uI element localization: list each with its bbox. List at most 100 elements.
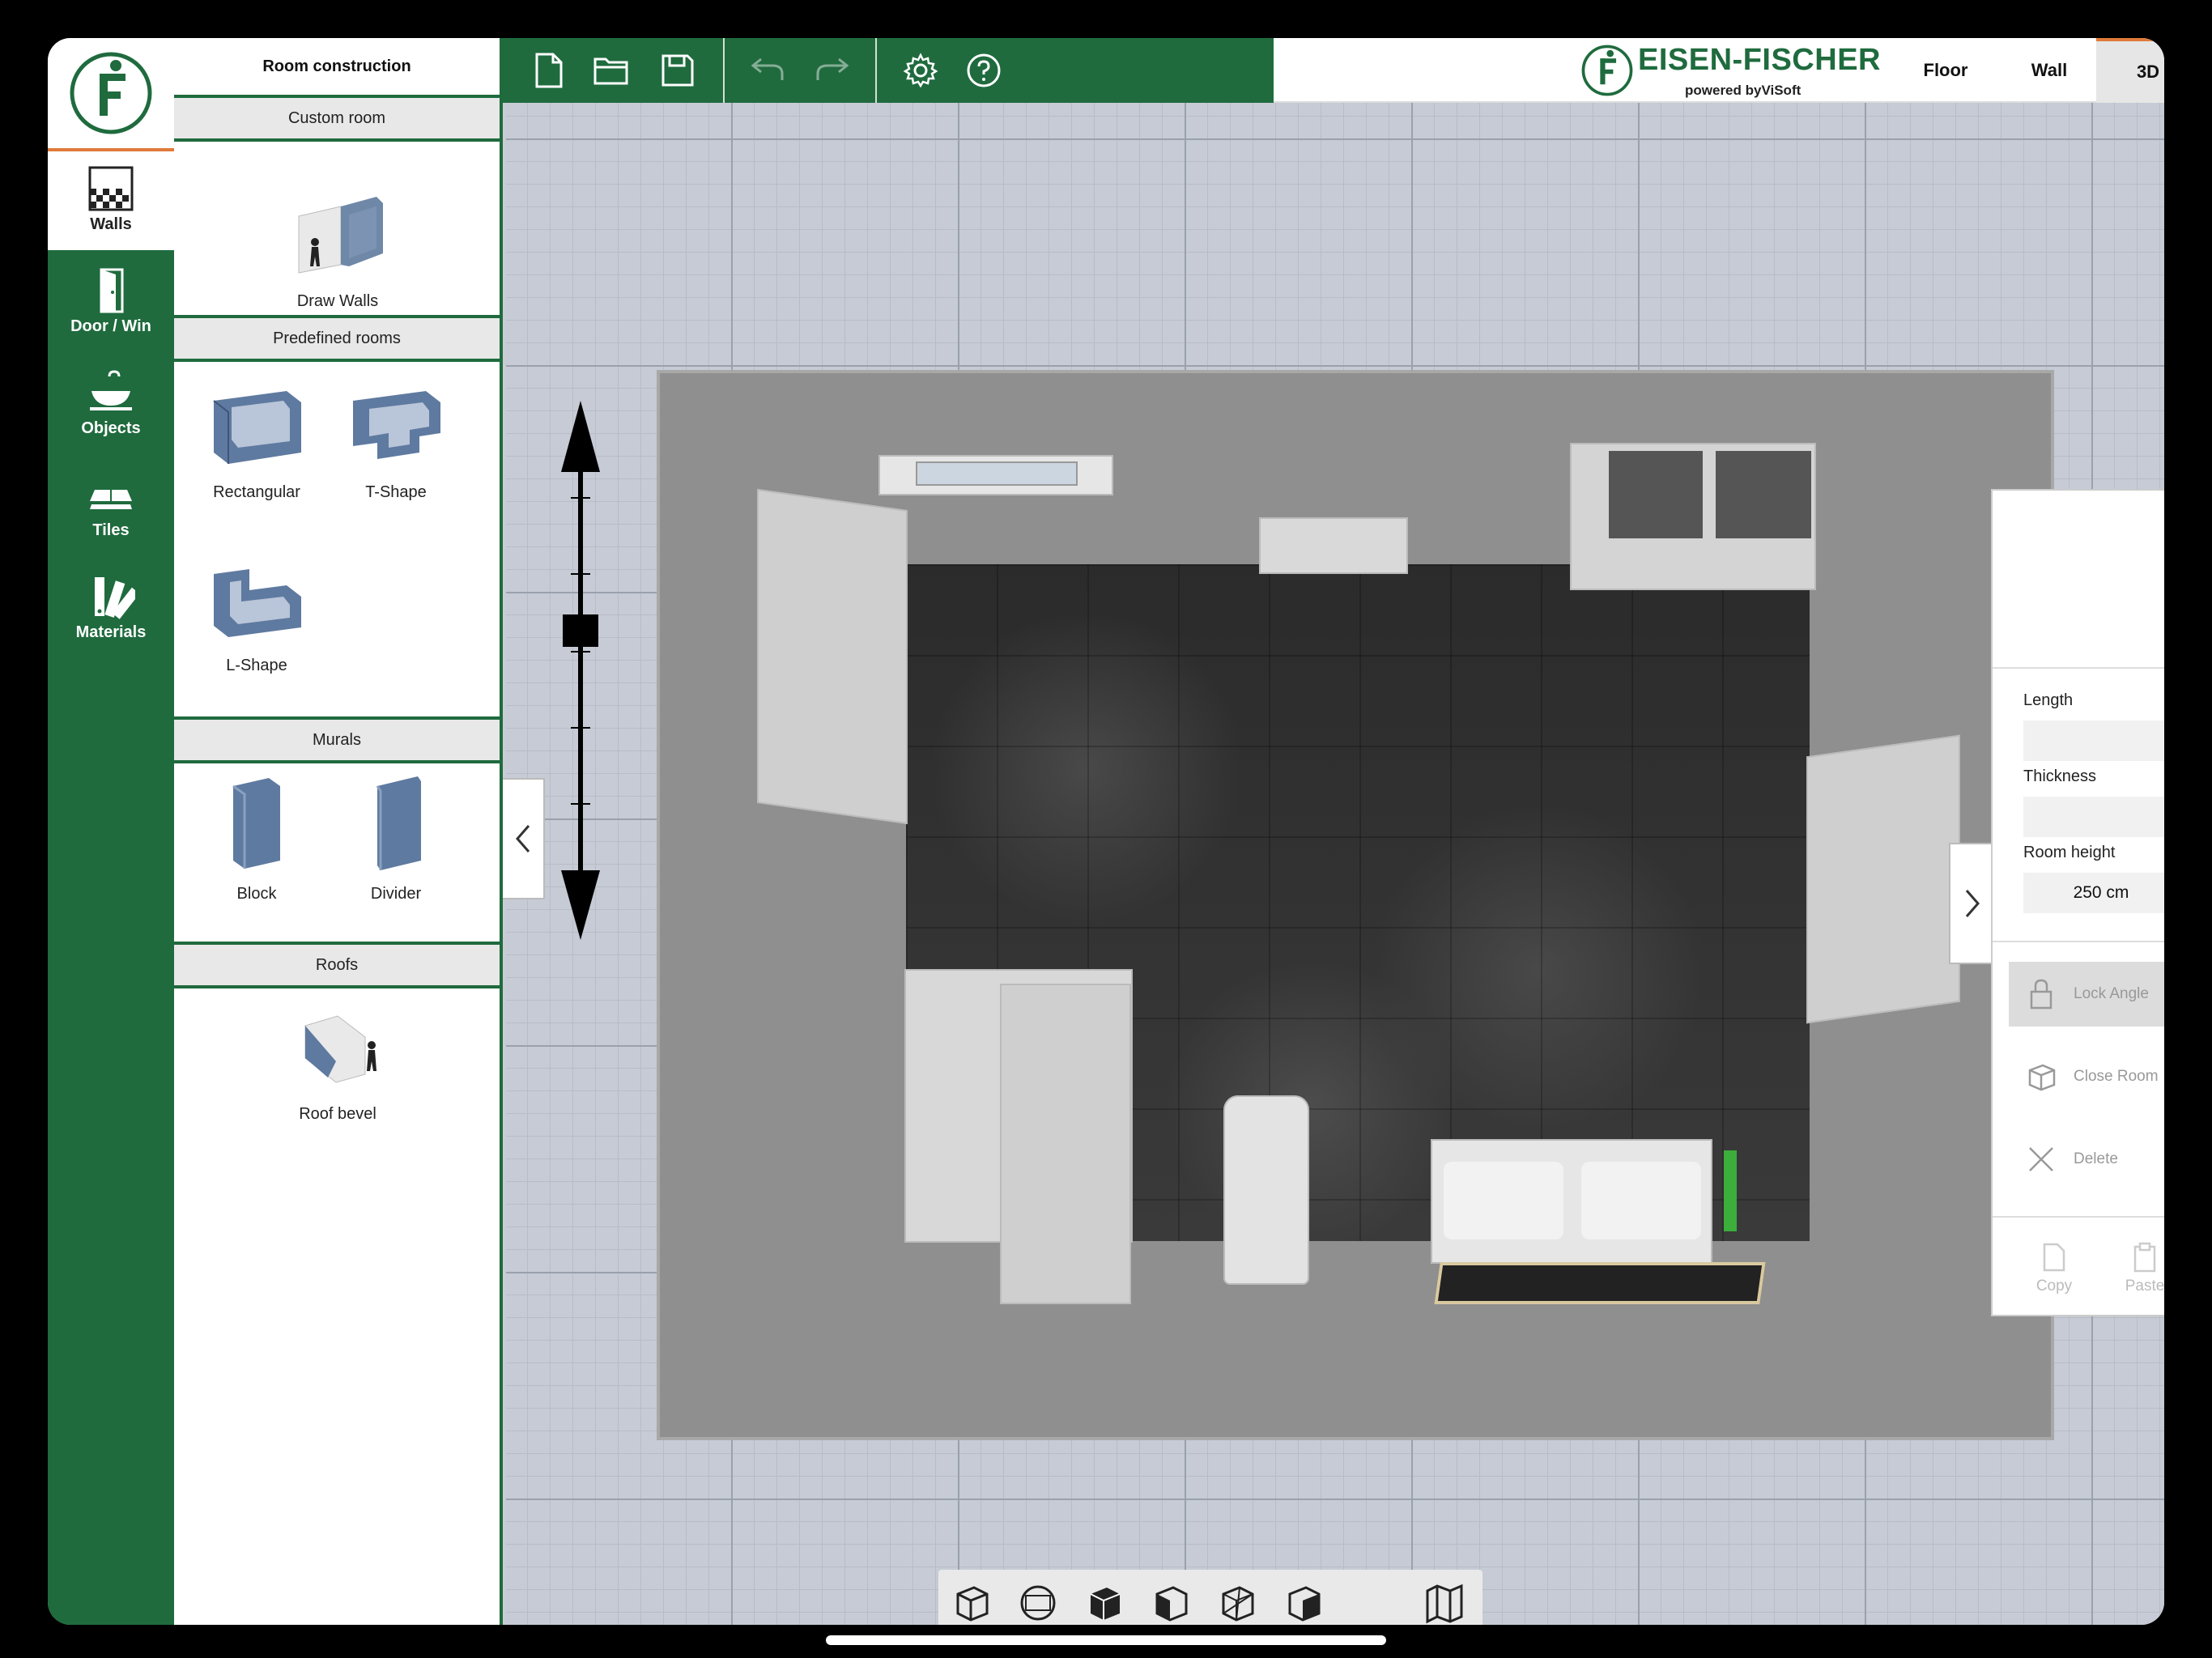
cube-outline-icon[interactable] — [950, 1581, 993, 1625]
delete-label: Delete — [2074, 1150, 2118, 1167]
brand-logo-icon — [1581, 45, 1633, 96]
delete-button[interactable]: Delete — [2009, 1127, 2164, 1192]
close-room-icon — [2028, 1064, 2056, 1091]
block-icon — [232, 778, 280, 869]
tab-wall[interactable]: Wall — [1997, 38, 2101, 103]
save-icon — [661, 54, 694, 87]
skylight-window[interactable] — [878, 455, 1113, 495]
tile-block[interactable]: Block — [187, 772, 326, 903]
bath-mat[interactable] — [1434, 1262, 1766, 1304]
tile-t-shape[interactable]: T-Shape — [326, 383, 466, 502]
copy-button[interactable]: Copy — [2022, 1242, 2087, 1295]
mirror-cabinet-right[interactable] — [1806, 734, 1960, 1024]
panel-title: Room construction — [262, 57, 411, 75]
tile-label: T-Shape — [365, 483, 427, 501]
help-button[interactable] — [963, 49, 1005, 91]
tile-draw-walls[interactable]: Draw Walls — [268, 192, 407, 311]
nav-item-objects[interactable]: Objects — [48, 352, 174, 454]
open-folder-button[interactable] — [590, 49, 632, 91]
cube-wire-icon[interactable] — [1215, 1581, 1259, 1625]
redo-icon — [816, 57, 849, 80]
new-file-icon — [535, 53, 563, 88]
room-height-label: Room height — [2023, 844, 2116, 861]
chevron-left-icon — [516, 825, 530, 852]
gear-icon — [903, 53, 938, 88]
partition-wall[interactable] — [1000, 984, 1131, 1304]
rectangular-room-icon — [213, 391, 301, 464]
materials-icon — [95, 577, 135, 619]
undo-button[interactable] — [746, 49, 788, 91]
nav-item-materials[interactable]: Materials — [48, 556, 174, 658]
wall-cabinet[interactable] — [1570, 443, 1816, 590]
nav-label-walls: Walls — [90, 215, 132, 233]
nav-label-materials: Materials — [75, 623, 147, 641]
eisen-fischer-logo-icon — [70, 52, 152, 134]
paste-icon — [2133, 1242, 2156, 1273]
paste-button[interactable]: Paste — [2112, 1242, 2164, 1295]
double-sink[interactable] — [1431, 1139, 1712, 1264]
toilet[interactable] — [1223, 1095, 1309, 1285]
map-icon[interactable] — [1423, 1581, 1466, 1625]
close-icon — [2029, 1147, 2053, 1171]
copy-icon — [2043, 1243, 2065, 1272]
close-room-button[interactable]: Close Room — [2009, 1044, 2164, 1109]
tile-label: Divider — [370, 885, 422, 903]
tab-3d[interactable]: 3D — [2096, 38, 2164, 103]
cube-solid-icon[interactable] — [1083, 1581, 1126, 1625]
nav-item-tiles[interactable]: Tiles — [48, 454, 174, 556]
main-nav: Walls Door / Win Objects Tiles Materials — [48, 38, 174, 1625]
thickness-field[interactable] — [2023, 797, 2164, 837]
room-height-field[interactable]: 250 cm — [2023, 873, 2164, 913]
sphere-view-icon[interactable] — [1016, 1581, 1060, 1625]
copy-label: Copy — [2035, 1278, 2073, 1295]
redo-button[interactable] — [812, 49, 854, 91]
tab-floor[interactable]: Floor — [1894, 38, 1997, 103]
save-button[interactable] — [657, 49, 699, 91]
ceiling-fixture[interactable] — [1259, 517, 1408, 574]
tile-label: Block — [236, 885, 277, 903]
settings-button[interactable] — [900, 49, 942, 91]
expand-props-button[interactable] — [1949, 843, 1994, 964]
mirror-cabinet-left[interactable] — [757, 488, 908, 825]
cube-section-icon[interactable] — [1282, 1581, 1325, 1625]
tiles-icon — [90, 490, 132, 509]
l-shape-room-icon — [214, 569, 301, 637]
nav-label-tiles: Tiles — [92, 521, 130, 539]
room-construction-panel: Room construction Custom room Draw Walls… — [174, 38, 503, 1625]
new-file-button[interactable] — [527, 49, 569, 91]
nav-label-door-win: Door / Win — [70, 317, 151, 335]
close-room-label: Close Room — [2074, 1068, 2159, 1085]
undo-icon — [751, 57, 784, 80]
sink-icon — [90, 370, 132, 410]
tile-roof-bevel[interactable]: Roof bevel — [268, 1005, 407, 1124]
tile-rectangular[interactable]: Rectangular — [187, 383, 326, 502]
home-indicator[interactable] — [826, 1635, 1386, 1645]
section-custom-room: Custom room — [174, 95, 500, 142]
section-predefined-rooms: Predefined rooms — [174, 315, 500, 362]
thickness-label: Thickness — [2023, 767, 2097, 785]
collapse-panel-button[interactable] — [503, 778, 545, 899]
nav-item-walls[interactable]: Walls — [48, 148, 174, 250]
tile-label: Rectangular — [213, 483, 300, 501]
app-window: Walls Door / Win Objects Tiles Materials… — [48, 38, 2164, 1625]
tile-divider[interactable]: Divider — [326, 772, 466, 903]
roof-bevel-icon — [304, 1015, 376, 1083]
length-field[interactable] — [2023, 721, 2164, 761]
brand-subtitle: powered byViSoft — [1685, 83, 1802, 98]
nav-item-door-win[interactable]: Door / Win — [48, 250, 174, 352]
lock-angle-button[interactable]: Lock Angle — [2009, 962, 2164, 1027]
slider-handle[interactable] — [563, 614, 598, 647]
main-toolbar — [503, 38, 1274, 103]
tile-l-shape[interactable]: L-Shape — [187, 556, 326, 675]
draw-walls-icon — [298, 197, 383, 274]
paste-label: Paste — [2125, 1278, 2164, 1295]
green-accent — [1724, 1150, 1737, 1231]
section-murals: Murals — [174, 716, 500, 763]
brand-name: EISEN-FISCHER — [1638, 43, 1881, 77]
height-slider[interactable] — [559, 401, 602, 940]
view-mode-bar — [938, 1570, 1482, 1625]
tile-label: L-Shape — [226, 657, 287, 674]
cube-half-icon[interactable] — [1149, 1581, 1193, 1625]
folder-icon — [593, 57, 628, 85]
chevron-right-icon — [1965, 890, 1980, 917]
